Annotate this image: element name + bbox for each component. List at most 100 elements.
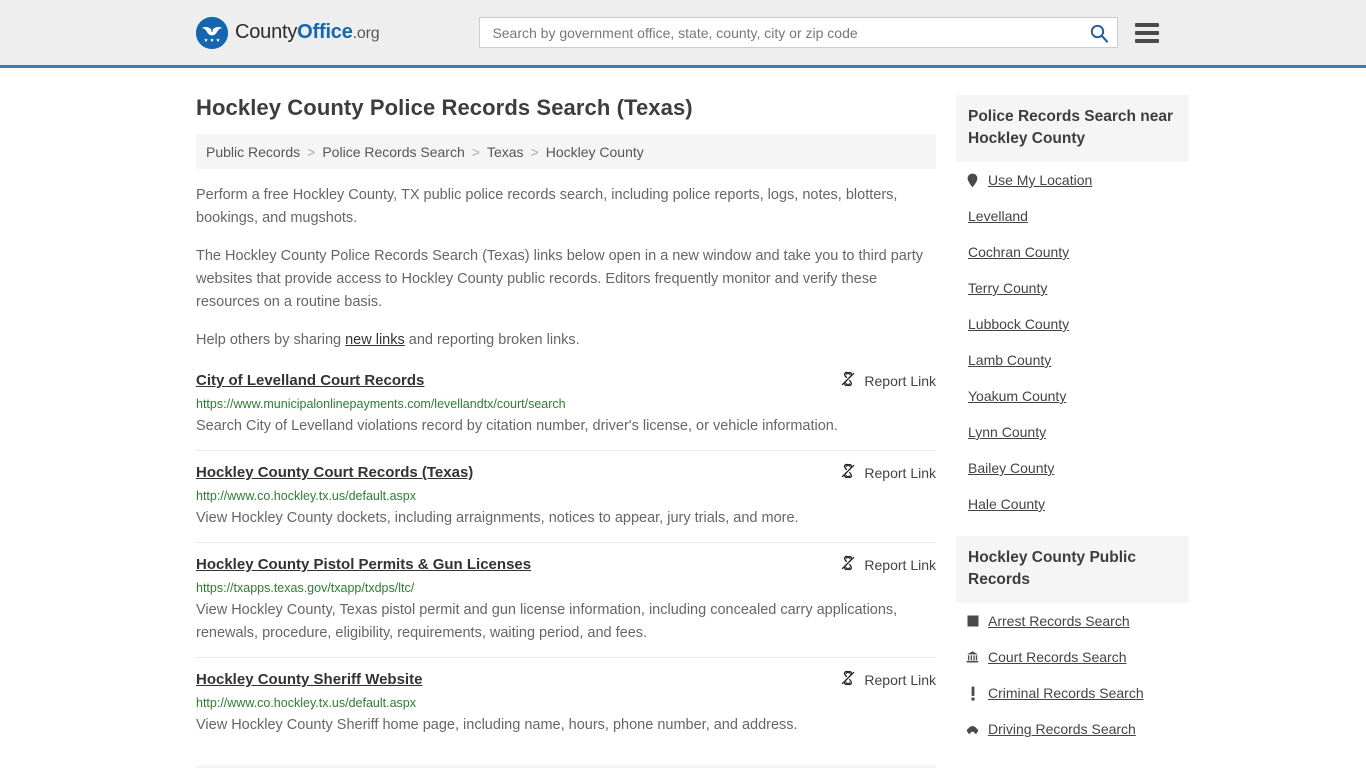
intro-paragraph-1: Perform a free Hockley County, TX public… [196, 187, 898, 226]
result-title-link[interactable]: Hockley County Sheriff Website [196, 670, 422, 690]
list-item[interactable]: Use My Location [956, 162, 1189, 198]
result-url: http://www.co.hockley.tx.us/default.aspx [196, 696, 417, 710]
report-link-button[interactable]: Report Link [820, 371, 936, 390]
list-item[interactable]: Arrest Records Search [956, 603, 1189, 639]
breadcrumb-item-public-records[interactable]: Public Records [206, 144, 300, 160]
nearby-search-card: Police Records Search near Hockley Count… [956, 95, 1189, 522]
driving-records-search-link[interactable]: Driving Records Search [988, 720, 1136, 738]
courthouse-icon [966, 649, 979, 665]
breadcrumb-item-hockley-county: Hockley County [545, 143, 644, 160]
results-list: City of Levelland Court Records Report L… [196, 371, 936, 749]
result-url: http://www.co.hockley.tx.us/default.aspx [196, 489, 417, 503]
list-item[interactable]: Criminal Records Search [956, 675, 1189, 711]
result-description: View Hockley County dockets, including a… [196, 510, 799, 526]
report-link-button[interactable]: Report Link [820, 555, 936, 574]
result-title-link[interactable]: Hockley County Pistol Permits & Gun Lice… [196, 555, 531, 575]
nearby-link-levelland[interactable]: Levelland [968, 207, 1028, 225]
sidebar: Police Records Search near Hockley Count… [956, 68, 1189, 761]
public-records-card: Hockley County Public Records Arrest Rec… [956, 536, 1189, 747]
new-links-link[interactable]: new links [345, 332, 405, 348]
list-item[interactable]: Lamb County [956, 342, 1189, 378]
report-link-label: Report Link [864, 372, 936, 389]
result-url: https://www.municipalonlinepayments.com/… [196, 397, 566, 411]
intro-paragraph-2: The Hockley County Police Records Search… [196, 248, 923, 310]
result-description: Search City of Levelland violations reco… [196, 418, 838, 434]
nearby-link-lubbock-county[interactable]: Lubbock County [968, 315, 1069, 333]
breadcrumb-item-texas[interactable]: Texas [487, 144, 524, 160]
page-body: Hockley County Police Records Search (Te… [0, 68, 1366, 768]
result-header-row: Hockley County Sheriff Website Report Li… [196, 670, 936, 690]
nearby-link-yoakum-county[interactable]: Yoakum County [968, 387, 1066, 405]
share-links-paragraph: Help others by sharing new links and rep… [196, 329, 936, 352]
breadcrumb-separator: > [530, 143, 539, 160]
search-input[interactable] [490, 18, 1090, 47]
broken-link-icon [840, 555, 856, 574]
logo-text-county: County [235, 21, 298, 43]
car-icon [966, 721, 979, 737]
broken-link-icon [840, 670, 856, 689]
list-item[interactable]: Bailey County [956, 450, 1189, 486]
result-header-row: Hockley County Pistol Permits & Gun Lice… [196, 555, 936, 575]
nearby-search-heading: Police Records Search near Hockley Count… [956, 95, 1189, 162]
public-records-heading: Hockley County Public Records [956, 536, 1189, 603]
result-title-link[interactable]: City of Levelland Court Records [196, 371, 424, 391]
logo-text-tld: .org [352, 25, 380, 42]
map-pin-icon [966, 172, 979, 188]
arrest-records-search-link[interactable]: Arrest Records Search [988, 612, 1130, 630]
report-link-button[interactable]: Report Link [820, 463, 936, 482]
search-box[interactable] [479, 17, 1119, 48]
report-link-label: Report Link [864, 464, 936, 481]
share-prefix-text: Help others by sharing [196, 332, 346, 348]
list-item[interactable]: Levelland [956, 198, 1189, 234]
list-item[interactable]: Hale County [956, 486, 1189, 522]
broken-link-icon [840, 463, 856, 482]
nearby-search-list: Use My Location Levelland Cochran County… [956, 162, 1189, 522]
breadcrumb-separator: > [307, 143, 316, 160]
hamburger-menu-icon[interactable] [1135, 22, 1160, 43]
court-records-search-link[interactable]: Court Records Search [988, 648, 1127, 666]
site-header: CountyOffice.org [0, 0, 1366, 68]
site-logo[interactable]: CountyOffice.org [196, 16, 380, 49]
nearby-link-cochran-county[interactable]: Cochran County [968, 243, 1069, 261]
broken-link-icon [840, 371, 856, 390]
public-records-list: Arrest Records Search Court Records Sear… [956, 603, 1189, 747]
list-item[interactable]: Driving Records Search [956, 711, 1189, 747]
list-item[interactable]: Cochran County [956, 234, 1189, 270]
result-title-link[interactable]: Hockley County Court Records (Texas) [196, 463, 473, 483]
breadcrumb-separator: > [471, 143, 480, 160]
result-item: Hockley County Court Records (Texas) Rep… [196, 463, 936, 543]
header-search-area [479, 17, 1160, 48]
exclamation-icon [966, 685, 979, 701]
list-item[interactable]: Court Records Search [956, 639, 1189, 675]
search-icon[interactable] [1089, 23, 1109, 43]
nearby-link-hale-county[interactable]: Hale County [968, 495, 1045, 513]
eagle-seal-icon [196, 16, 228, 49]
result-item: City of Levelland Court Records Report L… [196, 371, 936, 451]
list-item[interactable]: Lynn County [956, 414, 1189, 450]
use-my-location-link[interactable]: Use My Location [988, 171, 1092, 189]
report-link-label: Report Link [864, 671, 936, 688]
breadcrumb-item-police-records-search[interactable]: Police Records Search [322, 144, 464, 160]
header-inner: CountyOffice.org [0, 16, 1366, 49]
logo-text-office: Office [297, 21, 353, 43]
breadcrumb: Public Records > Police Records Search >… [196, 134, 936, 169]
square-icon [966, 613, 979, 629]
nearby-link-lamb-county[interactable]: Lamb County [968, 351, 1051, 369]
result-description: View Hockley County, Texas pistol permit… [196, 602, 898, 641]
nearby-link-bailey-county[interactable]: Bailey County [968, 459, 1054, 477]
list-item[interactable]: Yoakum County [956, 378, 1189, 414]
result-description: View Hockley County Sheriff home page, i… [196, 717, 798, 733]
result-url: https://txapps.texas.gov/txapp/txdps/ltc… [196, 581, 415, 595]
page-title: Hockley County Police Records Search (Te… [196, 95, 693, 120]
share-suffix-text: and reporting broken links. [404, 332, 580, 348]
nearby-link-terry-county[interactable]: Terry County [968, 279, 1047, 297]
nearby-link-lynn-county[interactable]: Lynn County [968, 423, 1046, 441]
criminal-records-search-link[interactable]: Criminal Records Search [988, 684, 1144, 702]
logo-wordmark: CountyOffice.org [235, 21, 380, 44]
list-item[interactable]: Lubbock County [956, 306, 1189, 342]
list-item[interactable]: Terry County [956, 270, 1189, 306]
result-header-row: Hockley County Court Records (Texas) Rep… [196, 463, 936, 483]
result-header-row: City of Levelland Court Records Report L… [196, 371, 936, 391]
result-item: Hockley County Sheriff Website Report Li… [196, 670, 936, 749]
report-link-button[interactable]: Report Link [820, 670, 936, 689]
